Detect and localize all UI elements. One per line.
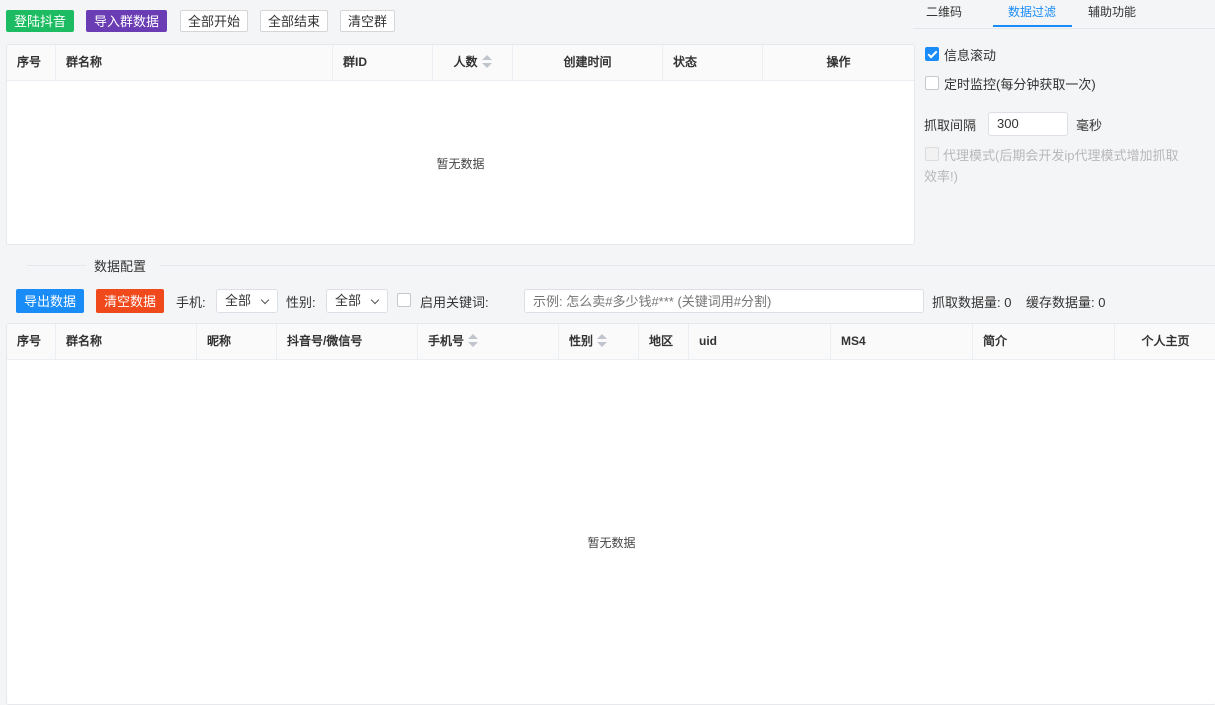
- cached-count: 缓存数据量: 0: [1026, 295, 1106, 310]
- user-table-header: 序号 群名称 昵称 抖音号/微信号 手机号 性别 地区 uid MS4 简介 个…: [7, 324, 1215, 360]
- col-index: 序号: [7, 45, 56, 80]
- login-douyin-button[interactable]: 登陆抖音: [6, 10, 75, 32]
- gender-filter-label: 性别:: [286, 295, 316, 310]
- col-ms4: MS4: [831, 324, 973, 359]
- col-created-time: 创建时间: [513, 45, 663, 80]
- interval-unit: 毫秒: [1076, 118, 1103, 133]
- tab-qrcode[interactable]: 二维码: [926, 0, 962, 27]
- keyword-checkbox[interactable]: [397, 293, 411, 307]
- col-group-name: 群名称: [56, 324, 197, 359]
- chevron-down-icon: [260, 295, 270, 305]
- col-nickname: 昵称: [197, 324, 277, 359]
- clear-groups-button[interactable]: 清空群: [340, 10, 396, 32]
- phone-select[interactable]: 全部: [216, 289, 278, 313]
- sort-icon[interactable]: [468, 333, 479, 349]
- col-douyin-wechat-id: 抖音号/微信号: [277, 324, 418, 359]
- tab-assist[interactable]: 辅助功能: [1088, 0, 1136, 27]
- proxy-label: 代理模式(后期会开发ip代理模式增加抓取: [943, 148, 1179, 163]
- monitor-checkbox[interactable]: [925, 76, 939, 90]
- col-gender-label: 性别: [569, 334, 594, 348]
- section-divider-left: [27, 265, 86, 266]
- proxy-label-cont: 效率!): [924, 169, 958, 184]
- tab-data-filter[interactable]: 数据过滤: [1008, 0, 1056, 27]
- user-table-empty: 暂无数据: [587, 536, 636, 550]
- col-bio: 简介: [973, 324, 1115, 359]
- col-actions: 操作: [826, 55, 851, 69]
- tab-active-indicator: [993, 25, 1072, 27]
- fetched-count: 抓取数据量: 0: [932, 295, 1012, 310]
- col-homepage: 个人主页: [1141, 334, 1190, 348]
- col-gender[interactable]: 性别: [559, 324, 639, 359]
- export-data-button[interactable]: 导出数据: [16, 289, 85, 313]
- clear-data-button[interactable]: 清空数据: [96, 289, 165, 313]
- keyword-label: 启用关键词:: [420, 295, 489, 310]
- group-table: 序号 群名称 群ID 人数 创建时间 状态 操作 暂无数据: [6, 44, 915, 245]
- interval-input[interactable]: 300: [988, 112, 1068, 136]
- group-table-header: 序号 群名称 群ID 人数 创建时间 状态 操作: [7, 45, 914, 81]
- sort-icon[interactable]: [481, 54, 492, 70]
- col-member-count[interactable]: 人数: [433, 45, 513, 80]
- group-table-empty: 暂无数据: [436, 157, 485, 171]
- col-group-name: 群名称: [56, 45, 333, 80]
- start-all-button[interactable]: 全部开始: [180, 10, 249, 32]
- import-group-data-button[interactable]: 导入群数据: [86, 10, 168, 32]
- phone-filter-label: 手机:: [176, 295, 206, 310]
- gender-select-value: 全部: [335, 293, 362, 308]
- col-group-id: 群ID: [333, 45, 433, 80]
- data-config-title: 数据配置: [94, 259, 147, 274]
- col-phone[interactable]: 手机号: [418, 324, 559, 359]
- scroll-checkbox[interactable]: [925, 47, 939, 61]
- scroll-label: 信息滚动: [944, 48, 997, 63]
- side-tabs: 二维码 数据过滤 辅助功能: [913, 0, 1215, 29]
- section-divider-right: [160, 265, 1215, 266]
- user-table: 序号 群名称 昵称 抖音号/微信号 手机号 性别 地区 uid MS4 简介 个…: [6, 323, 1215, 705]
- col-uid: uid: [689, 324, 831, 359]
- phone-select-value: 全部: [225, 293, 252, 308]
- chevron-down-icon: [370, 295, 380, 305]
- gender-select[interactable]: 全部: [326, 289, 388, 313]
- monitor-label: 定时监控(每分钟获取一次): [944, 77, 1096, 92]
- col-index: 序号: [7, 324, 56, 359]
- col-region: 地区: [639, 324, 689, 359]
- end-all-button[interactable]: 全部结束: [260, 10, 329, 32]
- interval-label: 抓取间隔: [924, 118, 977, 133]
- keyword-input[interactable]: [524, 289, 924, 313]
- col-status: 状态: [663, 45, 763, 80]
- col-member-count-label: 人数: [453, 55, 478, 69]
- col-phone-label: 手机号: [428, 334, 465, 348]
- proxy-checkbox: [925, 147, 939, 161]
- sort-icon[interactable]: [597, 333, 608, 349]
